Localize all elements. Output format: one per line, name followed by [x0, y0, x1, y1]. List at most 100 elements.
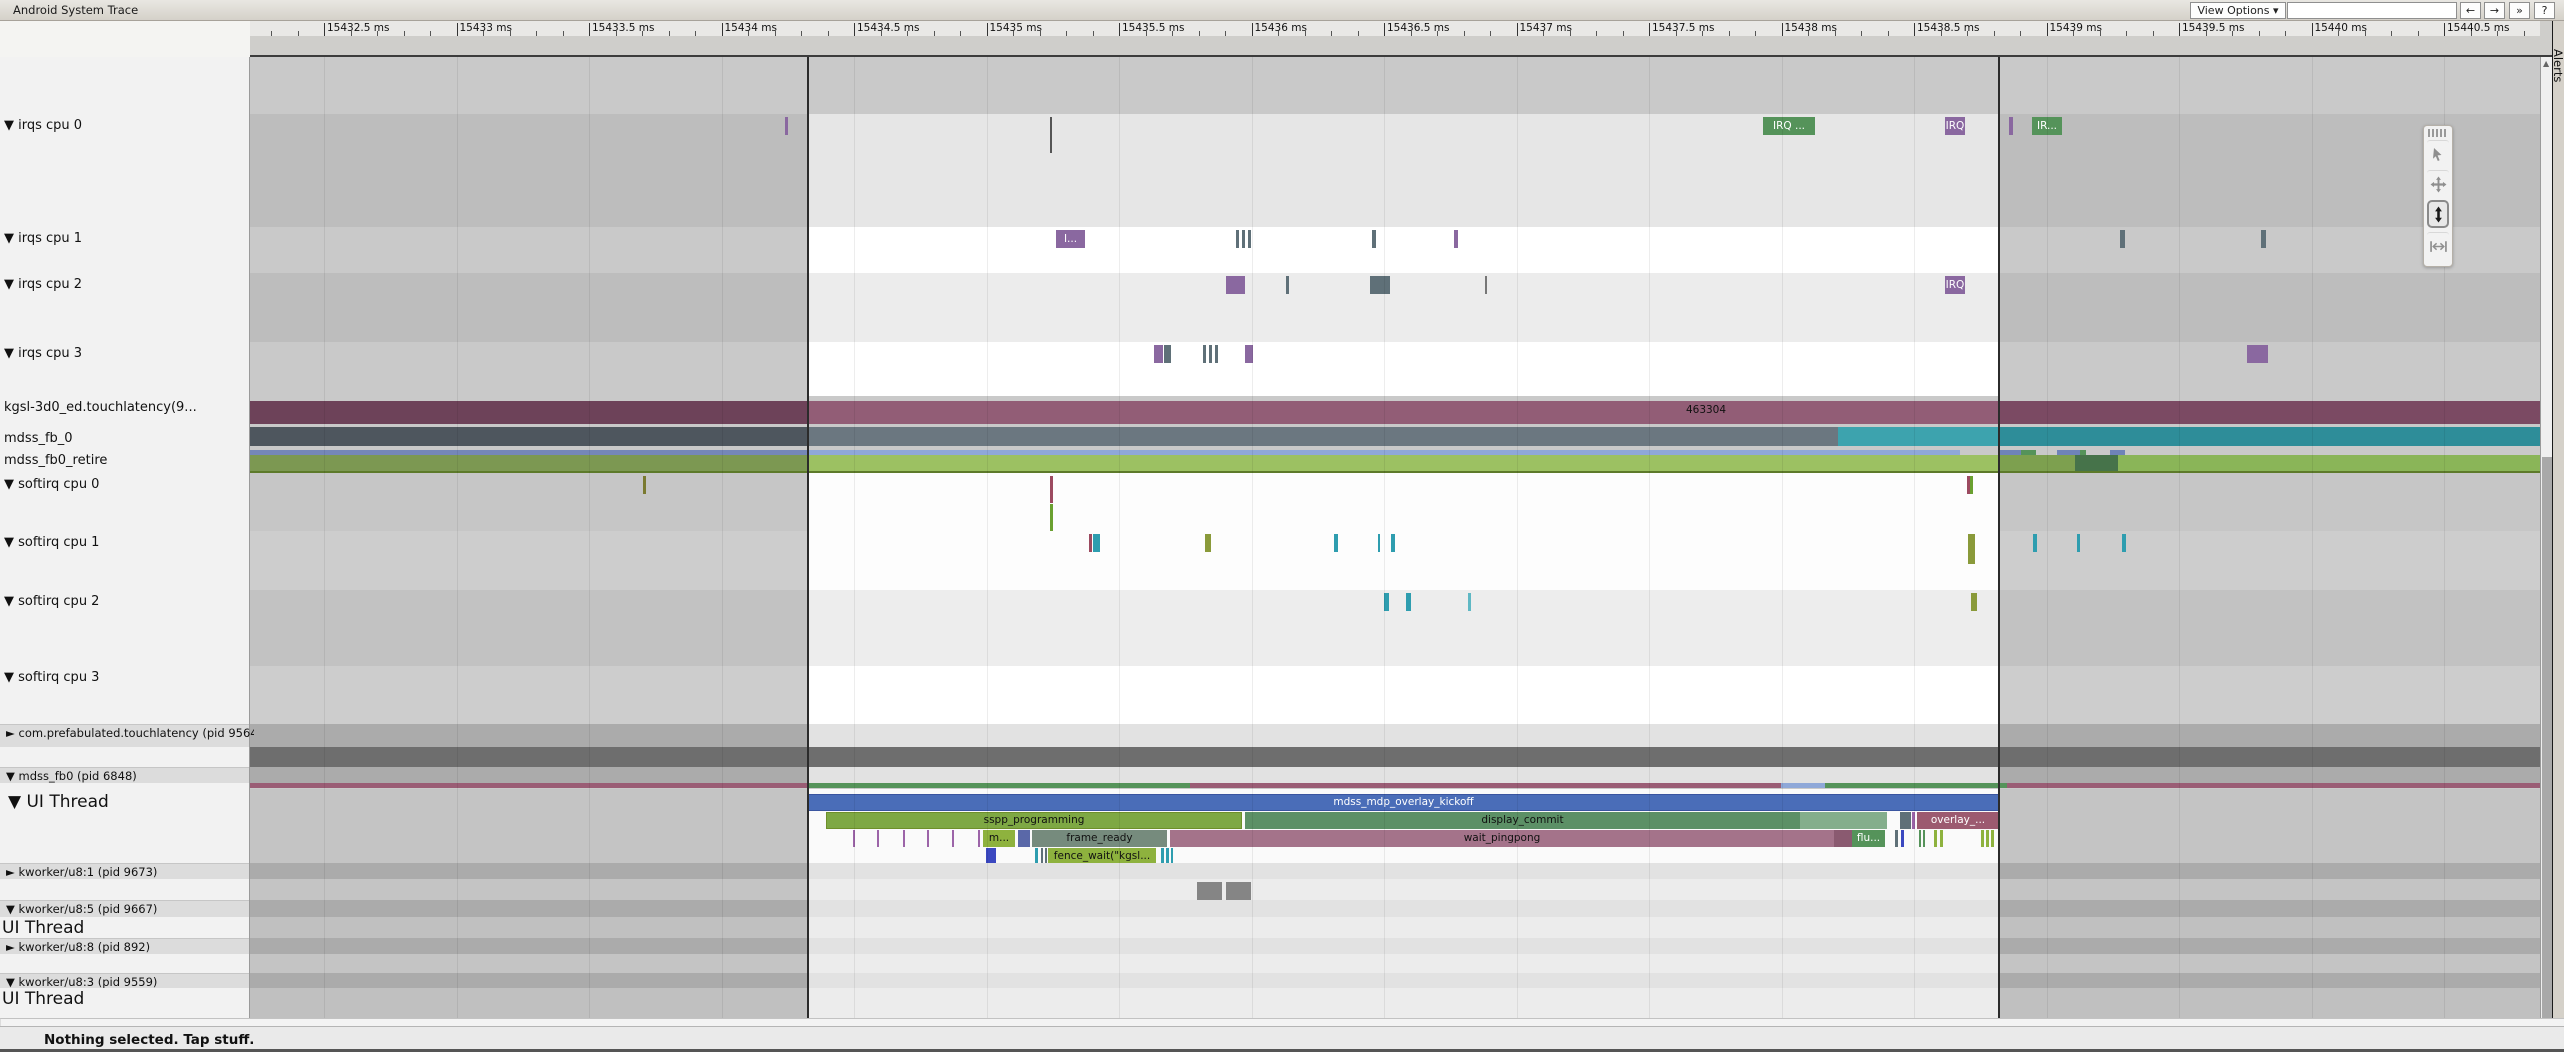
mdss-fb0-retire-bar-segment[interactable]: [2118, 455, 2540, 471]
event-bar[interactable]: [1050, 504, 1053, 531]
event-bar[interactable]: [1378, 534, 1380, 552]
kworker-u8-5-header-label[interactable]: ▼ kworker/u8:5 (pid 9667): [6, 902, 157, 916]
event-bar-irq-[interactable]: IRQ ...: [1763, 117, 1815, 135]
event-bar[interactable]: [2077, 534, 2080, 552]
event-bar[interactable]: [927, 830, 929, 847]
event-bar[interactable]: [1242, 230, 1245, 248]
irqs-cpu-0-label[interactable]: ▼ irqs cpu 0: [4, 118, 82, 133]
event-bar[interactable]: [1089, 534, 1092, 552]
event-bar[interactable]: [877, 830, 879, 847]
event-bar[interactable]: [1236, 230, 1239, 248]
event-bar[interactable]: [1406, 593, 1411, 611]
mdss-fb0-retire-label[interactable]: mdss_fb0_retire: [4, 453, 107, 468]
event-bar-wait-pingpong[interactable]: wait_pingpong: [1170, 830, 1834, 847]
nav-forward-button[interactable]: →: [2484, 2, 2505, 19]
pan-mode-button[interactable]: [2427, 170, 2449, 198]
event-bar[interactable]: [643, 476, 646, 494]
mdss-fb0-summary-bar-segment[interactable]: [1781, 783, 1825, 788]
ui-thread-row-2-label[interactable]: UI Thread: [2, 989, 84, 1009]
ui-thread-row-1-label[interactable]: UI Thread: [2, 918, 84, 938]
softirq-cpu-1-label[interactable]: ▼ softirq cpu 1: [4, 535, 99, 550]
event-bar[interactable]: [1164, 345, 1171, 363]
event-bar[interactable]: [1093, 534, 1100, 552]
event-bar-irq[interactable]: IRQ: [1945, 117, 1965, 135]
event-bar[interactable]: [1370, 276, 1390, 294]
event-bar[interactable]: [952, 830, 954, 847]
softirq-cpu-3-label[interactable]: ▼ softirq cpu 3: [4, 670, 99, 685]
com-prefabulated-header-label[interactable]: ► com.prefabulated.touchlatency (pid 956…: [6, 726, 254, 740]
event-bar[interactable]: [1372, 230, 1376, 248]
vertical-zoom-mode-button[interactable]: [2427, 200, 2449, 228]
event-bar[interactable]: [2033, 534, 2037, 552]
mdss-fb0-retire-bar-segment[interactable]: [250, 455, 808, 471]
event-bar[interactable]: [1970, 476, 1973, 494]
event-bar[interactable]: [1934, 830, 1937, 847]
event-bar-overlay-[interactable]: overlay_...: [1917, 812, 1999, 829]
event-bar[interactable]: [1895, 830, 1898, 847]
event-bar[interactable]: [1018, 830, 1030, 847]
event-bar[interactable]: [1468, 593, 1471, 611]
event-bar[interactable]: [1940, 830, 1943, 847]
irqs-cpu-1-label[interactable]: ▼ irqs cpu 1: [4, 231, 82, 246]
mdss-fb-0-bar-segment[interactable]: [808, 427, 1838, 446]
nav-back-button[interactable]: ←: [2460, 2, 2481, 19]
event-bar[interactable]: [1226, 882, 1251, 900]
event-bar[interactable]: [2261, 230, 2266, 248]
event-bar[interactable]: [1391, 534, 1395, 552]
event-bar[interactable]: [1968, 534, 1975, 564]
ui-thread-track-label[interactable]: ▼ UI Thread: [8, 792, 109, 812]
range-marker-left[interactable]: [807, 57, 809, 1026]
event-bar-irq[interactable]: IRQ: [1945, 276, 1965, 294]
event-bar[interactable]: [1900, 812, 1911, 829]
vertical-scrollbar[interactable]: ▲: [2540, 57, 2552, 1026]
alerts-tab[interactable]: Alerts: [2552, 21, 2564, 1026]
event-bar[interactable]: [1197, 882, 1222, 900]
kworker-u8-8-header-label[interactable]: ► kworker/u8:8 (pid 892): [6, 940, 150, 954]
com-prefabulated-summary-bar-segment[interactable]: [250, 747, 2540, 767]
mdss-fb-0-bar-segment[interactable]: [250, 427, 808, 446]
mdss-fb0-summary-bar-segment[interactable]: [808, 783, 1190, 788]
irqs-cpu-3-label[interactable]: ▼ irqs cpu 3: [4, 346, 82, 361]
nav-more-button[interactable]: »: [2509, 2, 2530, 19]
mdss-fb0-summary-bar-segment[interactable]: [1825, 783, 2007, 788]
event-bar[interactable]: [1205, 534, 1211, 552]
event-bar[interactable]: [1203, 345, 1206, 363]
mdss-fb0-retire-bar-segment[interactable]: [1999, 455, 2075, 471]
event-bar[interactable]: [1971, 593, 1977, 611]
event-bar[interactable]: [1919, 830, 1921, 847]
mdss-fb0-summary-bar-segment[interactable]: [1190, 783, 1781, 788]
kgsl-3d0-touchlatency-label[interactable]: kgsl-3d0_ed.touchlatency(9...: [4, 400, 197, 415]
range-marker-right[interactable]: [1998, 57, 2000, 1026]
event-bar[interactable]: [1154, 345, 1163, 363]
kgsl-3d0-touchlatency-bar-segment[interactable]: [250, 401, 808, 424]
event-bar[interactable]: [1485, 276, 1487, 294]
toolbar-drag-handle[interactable]: [2428, 129, 2448, 137]
view-options-button[interactable]: View Options ▾: [2190, 2, 2286, 19]
time-ruler[interactable]: 15432.5 ms15433 ms15433.5 ms15434 ms1543…: [0, 21, 2564, 57]
mdss-fb-0-bar-segment[interactable]: [1999, 427, 2540, 446]
scrollbar-thumb[interactable]: [2542, 457, 2552, 1020]
event-bar[interactable]: [2009, 117, 2013, 135]
event-bar[interactable]: [1923, 830, 1925, 847]
event-bar[interactable]: [2120, 230, 2125, 248]
event-bar-i-[interactable]: I...: [1056, 230, 1085, 248]
event-bar[interactable]: [1050, 476, 1053, 503]
event-bar-m-[interactable]: m...: [983, 830, 1015, 847]
fit-width-mode-button[interactable]: [2427, 232, 2449, 260]
event-bar[interactable]: [1986, 830, 1989, 847]
event-bar-frame-ready[interactable]: frame_ready: [1032, 830, 1167, 847]
event-bar[interactable]: [1209, 345, 1212, 363]
event-bar[interactable]: [1991, 830, 1994, 847]
kworker-u8-3-header-label[interactable]: ▼ kworker/u8:3 (pid 9559): [6, 975, 157, 989]
event-bar-sspp-programming[interactable]: sspp_programming: [826, 812, 1242, 829]
kgsl-3d0-touchlatency-bar-segment[interactable]: [1999, 401, 2540, 424]
mdss-fb0-summary-bar-segment[interactable]: [2007, 783, 2540, 788]
event-bar-flu-[interactable]: flu...: [1852, 830, 1885, 847]
event-bar[interactable]: [978, 830, 980, 847]
event-bar[interactable]: [1050, 117, 1052, 153]
mdss-fb0-retire-bar-segment[interactable]: [2075, 455, 2118, 471]
mdss-fb-0-label[interactable]: mdss_fb_0: [4, 431, 73, 446]
help-button[interactable]: ?: [2534, 2, 2555, 19]
search-input[interactable]: [2287, 2, 2457, 19]
mdss-fb0-header-label[interactable]: ▼ mdss_fb0 (pid 6848): [6, 769, 137, 783]
